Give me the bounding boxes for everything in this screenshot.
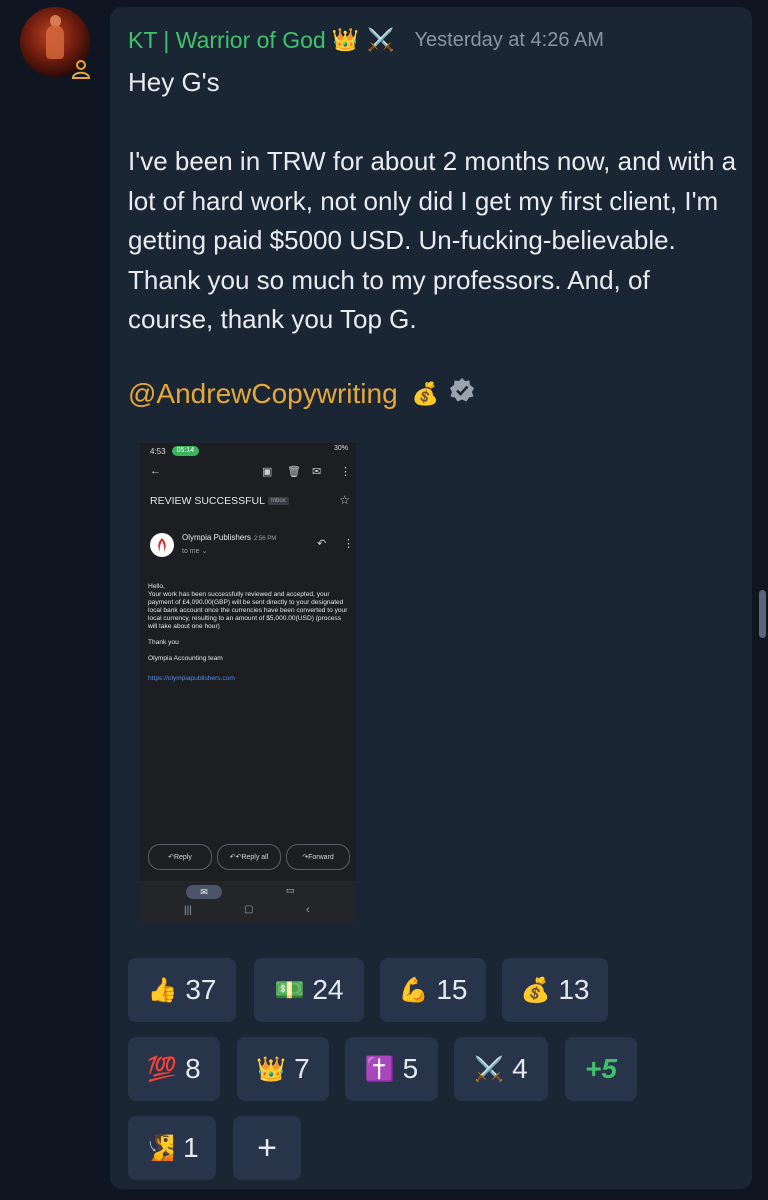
mention[interactable]: @AndrewCopywriting 💰 — [128, 377, 475, 410]
email-link: https://olympiapublishers.com — [148, 675, 235, 682]
money-bag-icon: 💰 — [411, 380, 440, 406]
video-tab-icon: ▭ — [286, 885, 295, 895]
reaction-crown[interactable]: 👑 7 — [237, 1037, 329, 1101]
call-chip: 05:14 — [171, 446, 200, 456]
reaction-count: 8 — [185, 1053, 201, 1084]
back-icon: ‹ — [306, 904, 310, 916]
reaction-cross[interactable]: ✝️ 5 — [345, 1037, 438, 1101]
battery-level: 30% — [333, 445, 348, 452]
phone-bottom-nav: ✉ ▭ ||| ▢ ‹ — [140, 881, 356, 923]
author-name[interactable]: KT | Warrior of God — [128, 27, 326, 54]
email-sender: Olympia Publishers 2:56 PM — [182, 533, 276, 542]
cross-icon: ✝️ — [364, 1055, 395, 1083]
email-action-bar: ← ▣ 🗑 ✉ ⋮ — [140, 465, 356, 483]
reaction-count: 4 — [512, 1053, 528, 1084]
reaction-money-bag[interactable]: 💰 13 — [502, 958, 608, 1022]
recents-icon: ||| — [184, 905, 192, 916]
forward-button: ↷ Forward — [286, 844, 350, 870]
email-body: Hello, Your work has been successfully r… — [148, 583, 348, 662]
message-timestamp: Yesterday at 4:26 AM — [414, 28, 604, 51]
email-buttons: ↶ Reply ↶↶ Reply all ↷ Forward — [148, 844, 352, 870]
mention-text[interactable]: @AndrewCopywriting — [128, 378, 398, 410]
mail-tab-icon: ✉ — [186, 885, 222, 899]
reaction-count: 13 — [558, 974, 590, 1005]
avatar-figure-body — [46, 25, 64, 59]
back-arrow-icon: ← — [150, 465, 161, 477]
reply-label: Reply — [173, 853, 192, 861]
crossed-swords-icon: ⚔️ — [474, 1055, 505, 1083]
reply-icon: ↶ — [317, 538, 327, 550]
reaction-count: 37 — [185, 974, 217, 1005]
reaction-count: 5 — [402, 1053, 419, 1084]
crown-icon: 👑 — [256, 1055, 287, 1083]
author-column — [0, 0, 110, 1200]
message-card: KT | Warrior of God 👑 ⚔️ Yesterday at 4:… — [110, 7, 752, 1189]
recipient-text: to me — [182, 548, 200, 555]
inbox-label: Inbox — [268, 497, 289, 505]
phone-status-bar: 4:53 05:14 30% — [140, 443, 356, 459]
forward-label: Forward — [308, 853, 334, 861]
status-time: 4:53 — [150, 446, 166, 456]
reply-all-button: ↶↶ Reply all — [217, 844, 281, 870]
deaf-person-icon: 🧏 — [145, 1134, 176, 1162]
plus-icon: + — [257, 1128, 277, 1167]
reaction-count: 24 — [312, 974, 344, 1005]
flexed-biceps-icon: 💪 — [398, 976, 429, 1004]
delete-icon: 🗑 — [287, 466, 301, 478]
sender-logo — [150, 533, 174, 557]
reaction-count: 1 — [183, 1132, 199, 1163]
message-body: Hey G's I've been in TRW for about 2 mon… — [128, 67, 737, 334]
crown-icon: 👑 — [331, 27, 360, 53]
reaction-thumbs-up[interactable]: 👍 37 — [128, 958, 236, 1022]
home-icon: ▢ — [244, 904, 254, 915]
email-screenshot-attachment[interactable]: 4:53 05:14 30% ← ▣ 🗑 ✉ ⋮ REVIEW SUCCESSF… — [140, 443, 356, 923]
email-subject: REVIEW SUCCESSFUL — [150, 495, 265, 507]
reaction-count: 15 — [436, 974, 468, 1005]
archive-icon: ▣ — [262, 466, 273, 478]
reply-button: ↶ Reply — [148, 844, 212, 870]
reaction-deaf-person[interactable]: 🧏 1 — [128, 1116, 216, 1180]
reaction-hundred[interactable]: 💯 8 — [128, 1037, 220, 1101]
hundred-points-icon: 💯 — [147, 1055, 178, 1083]
more-reactions-label: +5 — [585, 1053, 617, 1084]
crossed-swords-icon: ⚔️ — [367, 27, 395, 53]
user-role-icon — [68, 56, 94, 82]
sender-name: Olympia Publishers — [182, 533, 251, 542]
email-recipient: to me ⌄ — [182, 548, 208, 555]
money-bag-icon: 💰 — [520, 976, 551, 1004]
reply-all-label: Reply all — [241, 853, 269, 861]
more-icon: ⋮ — [343, 538, 354, 550]
reaction-dollar[interactable]: 💵 24 — [254, 958, 364, 1022]
mail-icon: ✉ — [312, 466, 322, 478]
reaction-muscle[interactable]: 💪 15 — [380, 958, 486, 1022]
reaction-count: 7 — [294, 1053, 310, 1084]
more-icon: ⋮ — [340, 466, 351, 478]
more-reactions-button[interactable]: +5 — [565, 1037, 637, 1101]
message-header: KT | Warrior of God 👑 ⚔️ Yesterday at 4:… — [128, 25, 734, 55]
star-icon: ☆ — [339, 493, 350, 507]
dollar-bill-icon: 💵 — [274, 976, 305, 1004]
thumbs-up-icon: 👍 — [147, 976, 178, 1004]
verified-badge-icon — [449, 377, 475, 410]
scrollbar-thumb[interactable] — [759, 590, 766, 638]
sent-time: 2:56 PM — [253, 536, 277, 542]
reaction-swords[interactable]: ⚔️ 4 — [454, 1037, 548, 1101]
add-reaction-button[interactable]: + — [233, 1116, 301, 1180]
